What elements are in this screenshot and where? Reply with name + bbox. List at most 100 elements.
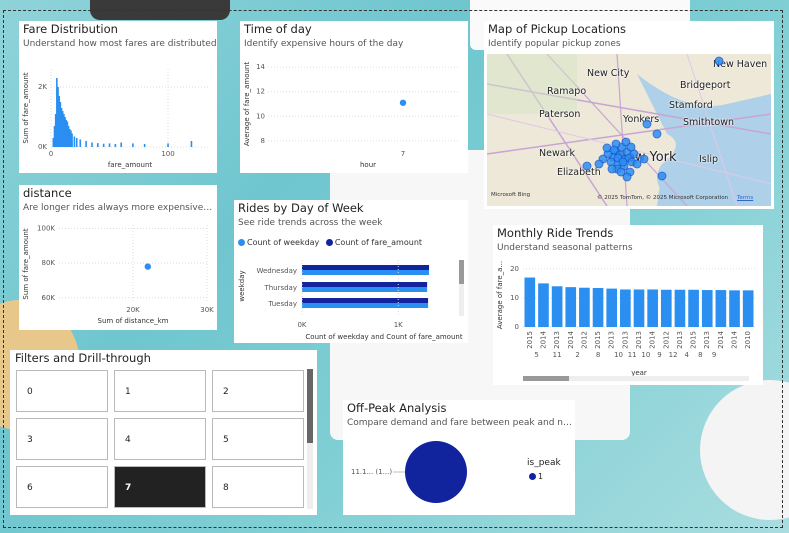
x-group-label: 8 bbox=[596, 351, 600, 359]
slicer-option-8[interactable]: 8 bbox=[212, 466, 304, 508]
x-tick-label: 2014 bbox=[731, 330, 739, 348]
pickup-points[interactable] bbox=[487, 54, 771, 206]
scrollbar-thumb[interactable] bbox=[307, 369, 313, 443]
scrollbar-thumb[interactable] bbox=[459, 260, 464, 284]
bar bbox=[565, 287, 577, 327]
rides-by-day-chart[interactable]: Wednesday Thursday Tuesday 0K 1K Count of wee… bbox=[234, 200, 468, 343]
x-tick-label: 2013 bbox=[553, 331, 561, 349]
bar bbox=[538, 283, 549, 327]
x-tick-label: 2013 bbox=[676, 331, 684, 349]
y-axis-title: weekday bbox=[238, 270, 246, 301]
card-subtitle: Identify popular pickup zones bbox=[488, 39, 621, 49]
pickup-point bbox=[657, 171, 667, 181]
x-tick-label: 1K bbox=[394, 321, 403, 329]
horizontal-scrollbar[interactable] bbox=[523, 376, 749, 381]
x-tick-label: 2013 bbox=[621, 331, 629, 349]
y-tick-label: 20 bbox=[510, 265, 519, 273]
y-axis-title: Average of fare_a... bbox=[496, 261, 504, 329]
bar bbox=[102, 143, 105, 147]
x-group-label: 10 bbox=[614, 351, 623, 359]
bar bbox=[674, 289, 686, 327]
slicer-option-1[interactable]: 1 bbox=[114, 370, 206, 412]
rides-by-day-card[interactable]: Rides by Day of Week See ride trends acr… bbox=[234, 200, 468, 343]
slicer-option-0[interactable]: 0 bbox=[16, 370, 108, 412]
x-group-label: 12 bbox=[669, 351, 678, 359]
bar bbox=[579, 287, 590, 327]
distance-chart[interactable]: 100K 80K 60K 20K 30K Sum of distance_km Sum of… bbox=[19, 185, 217, 330]
map-viewport[interactable]: New City New Haven Ramapo Bridgeport Pat… bbox=[487, 54, 771, 206]
x-tick-label: 2013 bbox=[635, 331, 643, 349]
pie-slice bbox=[405, 441, 467, 503]
bar bbox=[85, 141, 87, 147]
slicer-option-7[interactable]: 7 bbox=[114, 466, 206, 508]
slicer-option-2[interactable]: 2 bbox=[212, 370, 304, 412]
bing-logo: Microsoft Bing bbox=[491, 192, 531, 198]
pickup-point bbox=[609, 145, 619, 155]
data-point bbox=[399, 99, 407, 106]
x-tick-label: 30K bbox=[200, 306, 214, 314]
bar bbox=[551, 286, 563, 327]
bar bbox=[688, 289, 699, 327]
bar bbox=[108, 143, 111, 147]
bar bbox=[190, 141, 193, 147]
slicer-option-4[interactable]: 4 bbox=[114, 418, 206, 460]
x-axis-title: Sum of distance_km bbox=[98, 317, 169, 325]
x-tick-label: 0K bbox=[297, 321, 306, 329]
monthly-card[interactable]: Monthly Ride Trends Understand seasonal … bbox=[493, 225, 763, 385]
slicer-option-3[interactable]: 3 bbox=[16, 418, 108, 460]
pickup-point bbox=[618, 157, 628, 167]
slicer-option-6[interactable]: 6 bbox=[16, 466, 108, 508]
pickup-point bbox=[582, 161, 592, 171]
x-group-label: 4 bbox=[685, 351, 690, 359]
bar bbox=[660, 289, 672, 327]
y-tick-label: 2K bbox=[38, 83, 47, 91]
x-tick-label: 2013 bbox=[703, 331, 711, 349]
x-tick-label: 20K bbox=[126, 306, 140, 314]
bar bbox=[633, 289, 645, 327]
pickup-point bbox=[622, 172, 632, 182]
pickup-point bbox=[607, 164, 617, 174]
x-group-label: 9 bbox=[712, 351, 716, 359]
y-tick-label: 12 bbox=[256, 88, 265, 96]
x-axis-title: Count of weekday and Count of fare_amoun… bbox=[305, 333, 462, 341]
slicer-option-5[interactable]: 5 bbox=[212, 418, 304, 460]
card-title: Map of Pickup Locations bbox=[488, 22, 627, 36]
bar bbox=[143, 144, 146, 147]
x-tick-label: 2012 bbox=[580, 331, 588, 349]
time-of-day-chart[interactable]: 14 12 10 8 7 hour Average of fare_amount bbox=[240, 21, 468, 173]
bar bbox=[742, 290, 754, 327]
pickup-point bbox=[632, 159, 642, 169]
map-card[interactable]: Map of Pickup Locations Identify popular… bbox=[484, 21, 774, 209]
monthly-chart[interactable]: 201002015 2014 2013 2014 2012 2015 2013 2013 201… bbox=[493, 225, 763, 385]
bar bbox=[132, 143, 134, 147]
y-axis-title: Sum of fare_amount bbox=[22, 228, 30, 299]
x-group-label: 8 bbox=[698, 351, 702, 359]
x-tick-label: 7 bbox=[401, 150, 405, 158]
pickup-point bbox=[652, 129, 662, 139]
bar bbox=[606, 288, 618, 327]
time-of-day-card[interactable]: Time of day Identify expensive hours of … bbox=[240, 21, 468, 173]
offpeak-card[interactable]: Off-Peak Analysis Compare demand and far… bbox=[343, 400, 575, 515]
bar bbox=[302, 270, 430, 275]
y-tick-label: 80K bbox=[42, 259, 56, 267]
x-tick-label: 2010 bbox=[744, 331, 752, 349]
map-terms-link[interactable]: Terms bbox=[737, 195, 753, 201]
y-tick-label: 10 bbox=[510, 294, 519, 302]
x-tick-label: 2015 bbox=[690, 331, 698, 349]
scrollbar-thumb[interactable] bbox=[523, 376, 569, 381]
bar bbox=[97, 143, 99, 147]
scrollbar[interactable] bbox=[459, 260, 464, 316]
x-group-label: 9 bbox=[657, 351, 661, 359]
pickup-point bbox=[642, 119, 652, 129]
distance-card[interactable]: distance Are longer rides always more ex… bbox=[19, 185, 217, 330]
bar bbox=[114, 144, 117, 147]
x-tick-label: 2012 bbox=[662, 331, 670, 349]
fare-distribution-card[interactable]: Fare Distribution Understand how most fa… bbox=[19, 21, 217, 173]
y-tick-label: Thursday bbox=[263, 284, 297, 292]
bar bbox=[73, 136, 76, 147]
bar bbox=[647, 289, 658, 327]
fare-distribution-chart[interactable]: 2K 0K0 100 fare_amount Sum of fare_amount bbox=[19, 21, 217, 173]
bar bbox=[167, 143, 169, 147]
filters-card[interactable]: Filters and Drill-through 012 345 678 bbox=[10, 350, 317, 515]
scrollbar[interactable] bbox=[307, 369, 313, 509]
